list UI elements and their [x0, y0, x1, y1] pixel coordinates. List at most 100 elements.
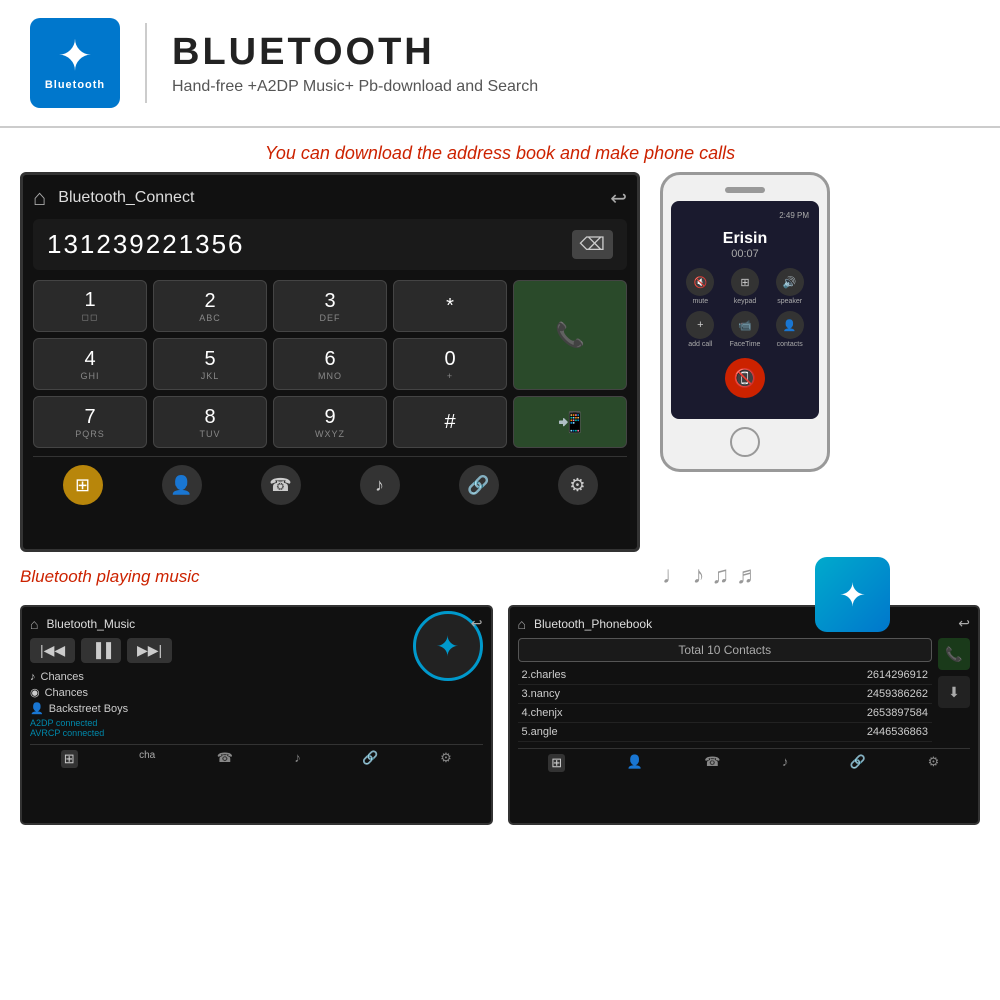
phone-number: 131239221356 [47, 229, 245, 260]
key-4[interactable]: 4GHI [33, 338, 147, 390]
car-screen-dialpad: ⌂ Bluetooth_Connect ↩ 131239221356 ⌫ 1◻◻… [20, 172, 640, 552]
nav-contacts[interactable]: 👤 [162, 465, 202, 505]
music-nav-note[interactable]: ♪ [294, 750, 301, 768]
key-0[interactable]: 0+ [393, 338, 507, 390]
pb-nav-apps[interactable]: ⊞ [548, 754, 565, 772]
header-text: BLUETOOTH Hand-free +A2DP Music+ Pb-down… [172, 31, 538, 96]
call-end-button[interactable]: 📲 [513, 396, 627, 448]
delete-button[interactable]: ⌫ [572, 230, 613, 259]
key-8[interactable]: 8TUV [153, 396, 267, 448]
bottom-screens: ⌂ Bluetooth_Music ↩ |◀◀ ▐▐ ▶▶| ✦ ♪Chance… [0, 605, 1000, 825]
nav-settings[interactable]: ⚙ [558, 465, 598, 505]
phone-display: 131239221356 ⌫ [33, 219, 627, 270]
logo-text: Bluetooth [45, 79, 105, 91]
a2dp-status: A2DP connected [30, 718, 483, 728]
music-home-icon[interactable]: ⌂ [30, 616, 38, 632]
phone-home-button[interactable] [730, 427, 760, 457]
pb-row-4[interactable]: 4.chenjx2653897584 [518, 704, 933, 723]
facetime-btn[interactable]: 📹 [731, 311, 759, 339]
music-bottom-nav: ⊞ cha ☎ ♪ 🔗 ⚙ [30, 744, 483, 768]
key-3[interactable]: 3DEF [273, 280, 387, 332]
key-star[interactable]: * [393, 280, 507, 332]
mute-btn[interactable]: 🔇 [686, 268, 714, 296]
screen-title: Bluetooth_Connect [58, 189, 610, 207]
key-5[interactable]: 5JKL [153, 338, 267, 390]
pb-download-button[interactable]: ⬇ [938, 676, 970, 708]
screen-topbar: ⌂ Bluetooth_Connect ↩ [33, 185, 627, 211]
contacts-btn[interactable]: 👤 [776, 311, 804, 339]
music-nav-link[interactable]: 🔗 [362, 750, 378, 768]
music-screen: ⌂ Bluetooth_Music ↩ |◀◀ ▐▐ ▶▶| ✦ ♪Chance… [20, 605, 493, 825]
music-back-icon[interactable]: ↩ [471, 615, 483, 632]
bluetooth-symbol: ✦ [57, 35, 92, 77]
speaker-btn[interactable]: 🔊 [776, 268, 804, 296]
header-divider [145, 23, 147, 103]
pause-button[interactable]: ▐▐ [81, 638, 121, 663]
pb-nav-note[interactable]: ♪ [782, 754, 789, 772]
section1-title: You can download the address book and ma… [0, 128, 1000, 172]
music-track2: ◉Chances [30, 686, 483, 699]
phone-mockup: 2:49 PM Erisin 00:07 🔇mute ⊞keypad 🔊spea… [660, 172, 830, 472]
nav-music[interactable]: ♪ [360, 465, 400, 505]
call-duration: 00:07 [681, 248, 809, 260]
bluetooth-music-icon: ✦ [815, 557, 890, 632]
pb-row-3[interactable]: 3.nancy2459386262 [518, 685, 933, 704]
key-1[interactable]: 1◻◻ [33, 280, 147, 332]
prev-button[interactable]: |◀◀ [30, 638, 75, 663]
pb-home-icon[interactable]: ⌂ [518, 616, 526, 632]
keypad: 1◻◻ 2ABC 3DEF * 📞 4GHI 5JKL 6MNO 0+ 7PQR… [33, 280, 627, 448]
pb-content: Total 10 Contacts 2.charles2614296912 3.… [518, 638, 971, 742]
pb-screen-title: Bluetooth_Phonebook [534, 617, 958, 631]
pb-screen-topbar: ⌂ Bluetooth_Phonebook ↩ [518, 615, 971, 632]
call-button[interactable]: 📞 [513, 280, 627, 390]
key-9[interactable]: 9WXYZ [273, 396, 387, 448]
header-section: ✦ Bluetooth BLUETOOTH Hand-free +A2DP Mu… [0, 0, 1000, 128]
pb-table: Total 10 Contacts 2.charles2614296912 3.… [518, 638, 933, 742]
music-nav-apps[interactable]: ⊞ [61, 750, 78, 768]
bottom-nav: ⊞ 👤 ☎ ♪ 🔗 ⚙ [33, 456, 627, 507]
music-notes-decoration: ♩ ♪ ♫ ♬ [662, 562, 760, 590]
key-7[interactable]: 7PQRS [33, 396, 147, 448]
pb-row-2[interactable]: 2.charles2614296912 [518, 666, 933, 685]
addcall-btn[interactable]: + [686, 311, 714, 339]
pb-total: Total 10 Contacts [518, 638, 933, 662]
pb-nav-link[interactable]: 🔗 [850, 754, 866, 772]
pb-nav-call[interactable]: ☎ [704, 754, 720, 772]
nav-call[interactable]: ☎ [261, 465, 301, 505]
phone-caller-info: Erisin 00:07 [681, 230, 809, 260]
main-screen-area: ⌂ Bluetooth_Connect ↩ 131239221356 ⌫ 1◻◻… [0, 172, 1000, 552]
page-title: BLUETOOTH [172, 31, 538, 74]
end-call-button[interactable]: 📵 [725, 358, 765, 398]
key-hash[interactable]: # [393, 396, 507, 448]
phonebook-screen: ⌂ Bluetooth_Phonebook ↩ Total 10 Contact… [508, 605, 981, 825]
music-screen-title: Bluetooth_Music [46, 617, 470, 631]
pb-row-5[interactable]: 5.angle2446536863 [518, 723, 933, 742]
music-screen-topbar: ⌂ Bluetooth_Music ↩ [30, 615, 483, 632]
music-nav-call[interactable]: ☎ [217, 750, 233, 768]
pb-nav-contacts[interactable]: 👤 [627, 754, 643, 772]
nav-apps[interactable]: ⊞ [63, 465, 103, 505]
phone-speaker [725, 187, 765, 193]
avrcp-status: AVRCP connected [30, 728, 483, 738]
music-track1: ♪Chances [30, 671, 483, 683]
key-2[interactable]: 2ABC [153, 280, 267, 332]
pb-nav-settings[interactable]: ⚙ [928, 754, 940, 772]
bluetooth-logo: ✦ Bluetooth [30, 18, 120, 108]
middle-section: Bluetooth playing music ♩ ♪ ♫ ♬ ✦ [0, 557, 1000, 605]
pb-call-button[interactable]: 📞 [938, 638, 970, 670]
back-icon[interactable]: ↩ [610, 186, 627, 211]
page-subtitle: Hand-free +A2DP Music+ Pb-download and S… [172, 78, 538, 96]
music-artist: 👤Backstreet Boys [30, 702, 483, 715]
phone-screen: 2:49 PM Erisin 00:07 🔇mute ⊞keypad 🔊spea… [671, 201, 819, 419]
caller-name: Erisin [681, 230, 809, 248]
keypad-btn[interactable]: ⊞ [731, 268, 759, 296]
home-icon[interactable]: ⌂ [33, 185, 46, 211]
key-6[interactable]: 6MNO [273, 338, 387, 390]
pb-back-icon[interactable]: ↩ [958, 615, 970, 632]
pb-side-buttons: 📞 ⬇ [938, 638, 970, 742]
nav-link[interactable]: 🔗 [459, 465, 499, 505]
music-nav-settings[interactable]: ⚙ [440, 750, 452, 768]
pb-bottom-nav: ⊞ 👤 ☎ ♪ 🔗 ⚙ [518, 748, 971, 772]
next-button[interactable]: ▶▶| [127, 638, 172, 663]
music-nav-search[interactable]: cha [139, 750, 155, 768]
